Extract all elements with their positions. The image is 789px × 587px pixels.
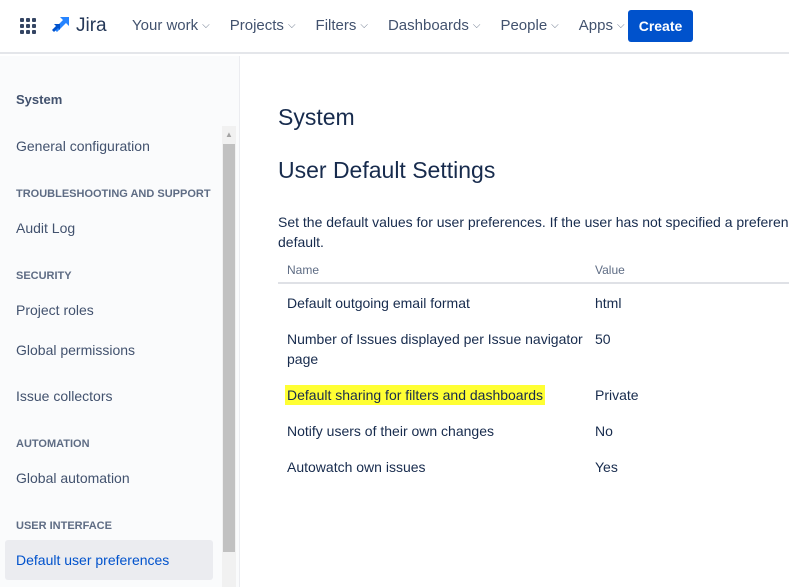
description: Set the default values for user preferen… xyxy=(278,214,789,250)
nav-apps[interactable]: Apps ⌵ xyxy=(579,17,625,34)
nav-dashboards[interactable]: Dashboards ⌵ xyxy=(388,17,480,34)
row-value: No xyxy=(595,423,613,439)
chevron-down-icon: ⌵ xyxy=(202,20,210,31)
top-navigation: Jira Your work ⌵ Projects ⌵ Filters ⌵ Dashb… xyxy=(0,0,789,54)
sidebar-item-issue-collectors[interactable]: Issue collectors xyxy=(16,388,112,404)
row-value: html xyxy=(595,295,622,311)
sidebar-heading-automation: AUTOMATION xyxy=(16,438,90,450)
row-name: Autowatch own issues xyxy=(287,459,426,475)
sidebar-heading-troubleshooting: TROUBLESHOOTING AND SUPPORT xyxy=(16,188,211,200)
sidebar-item-project-roles[interactable]: Project roles xyxy=(16,302,94,318)
sidebar-heading-security: SECURITY xyxy=(16,270,72,282)
header-divider xyxy=(278,282,789,284)
row-name-highlighted: Default sharing for filters and dashboar… xyxy=(285,385,546,405)
scroll-up-icon[interactable]: ▲ xyxy=(225,130,233,139)
row-value: Yes xyxy=(595,459,618,475)
chevron-down-icon: ⌵ xyxy=(360,20,368,31)
sidebar-title: System xyxy=(16,92,63,107)
nav-filters[interactable]: Filters ⌵ xyxy=(316,17,368,34)
column-header-name: Name xyxy=(287,263,320,277)
row-name: Default outgoing email format xyxy=(287,295,470,311)
chevron-down-icon: ⌵ xyxy=(287,20,296,31)
jira-logo[interactable]: Jira xyxy=(50,15,107,37)
sidebar: System General configuration TROUBLESHOO… xyxy=(0,56,240,587)
product-name: Jira xyxy=(76,15,107,36)
row-value: 50 xyxy=(595,331,611,347)
sidebar-item-default-user-preferences[interactable]: Default user preferences xyxy=(16,552,169,568)
chevron-down-icon: ⌵ xyxy=(616,20,625,31)
create-button[interactable]: Create xyxy=(628,10,693,42)
chevron-down-icon: ⌵ xyxy=(551,20,559,31)
nav-people[interactable]: People ⌵ xyxy=(500,17,558,34)
sidebar-heading-user-interface: USER INTERFACE xyxy=(16,520,112,532)
sidebar-item-general-configuration[interactable]: General configuration xyxy=(16,138,150,154)
section-title: User Default Settings xyxy=(278,157,496,183)
page-title: System xyxy=(278,104,355,130)
nav-your-work[interactable]: Your work ⌵ xyxy=(132,17,210,34)
row-name: Number of Issues displayed per Issue nav… xyxy=(287,331,583,367)
sidebar-item-audit-log[interactable]: Audit Log xyxy=(16,220,75,236)
scrollbar-thumb[interactable] xyxy=(223,144,235,552)
nav-projects[interactable]: Projects ⌵ xyxy=(230,17,296,34)
jira-logo-icon xyxy=(52,17,69,32)
sidebar-scrollbar[interactable]: ▲ xyxy=(222,126,236,587)
sidebar-item-global-permissions[interactable]: Global permissions xyxy=(16,342,135,358)
row-value: Private xyxy=(595,387,639,403)
chevron-down-icon: ⌵ xyxy=(472,20,481,31)
column-header-value: Value xyxy=(595,263,625,277)
sidebar-item-global-automation[interactable]: Global automation xyxy=(16,470,130,486)
app-switcher-icon[interactable] xyxy=(20,18,36,34)
row-name: Notify users of their own changes xyxy=(287,423,494,439)
